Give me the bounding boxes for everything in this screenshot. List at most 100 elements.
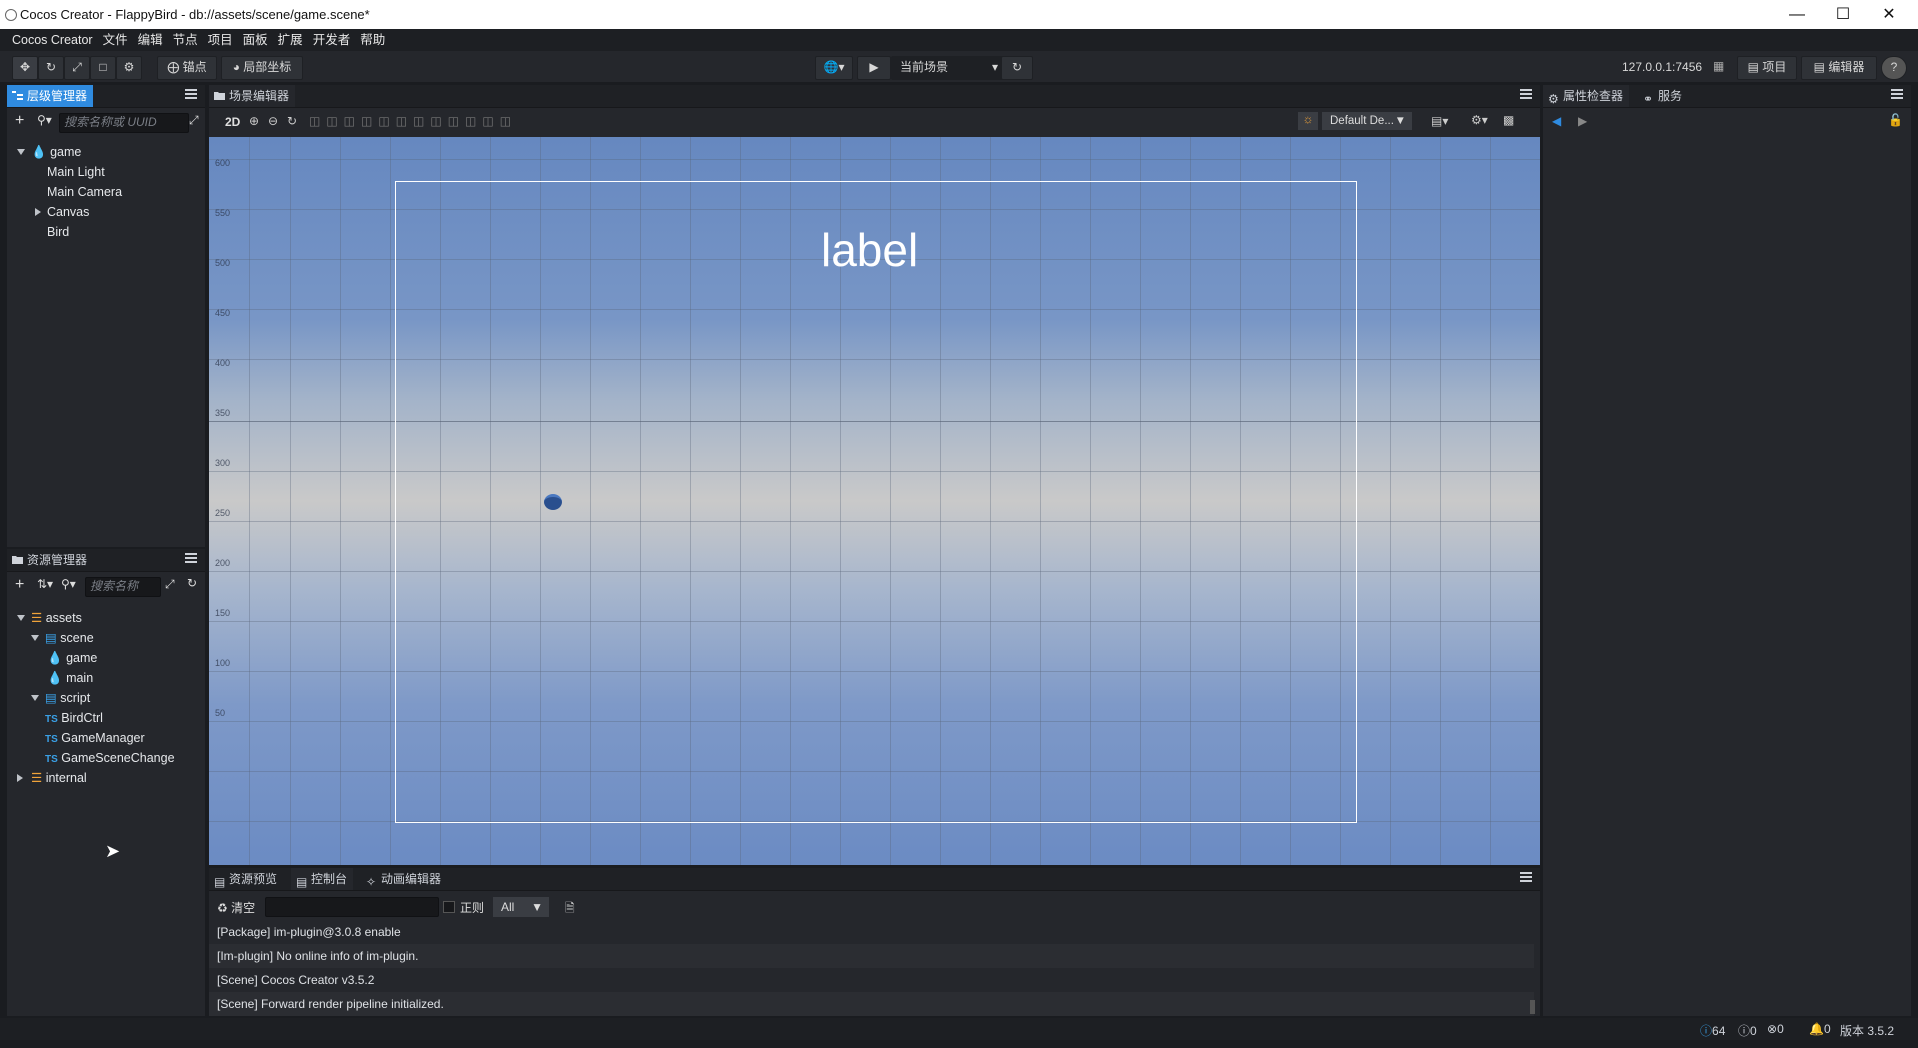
asset-script-birdctrl[interactable]: TS BirdCtrl (45, 708, 103, 728)
console-filter-input[interactable] (265, 897, 439, 917)
refresh-assets-icon[interactable]: ↻ (187, 576, 197, 590)
tab-asset-preview[interactable]: ▤ 资源预览 (209, 868, 283, 890)
caret-down-icon[interactable] (17, 149, 25, 155)
collapse-all-icon[interactable]: ⤢ (189, 113, 199, 128)
notification-count[interactable]: 🔔0 (1809, 1022, 1831, 1036)
server-address[interactable]: 127.0.0.1:7456 (1622, 60, 1702, 74)
open-editor-button[interactable]: ▤ 编辑器 (1801, 56, 1877, 80)
tab-animation-editor[interactable]: ✧ 动画编辑器 (361, 868, 447, 890)
tab-inspector[interactable]: ⚙ 属性检查器 (1543, 85, 1630, 107)
tab-scene-editor[interactable]: 场景编辑器 (209, 85, 296, 107)
move-tool-icon[interactable]: ✥ (12, 56, 38, 80)
tab-console[interactable]: ▤ 控制台 (291, 868, 354, 890)
assets-search-input[interactable]: 搜索名称 (85, 577, 161, 597)
minimize-button[interactable]: — (1774, 0, 1820, 29)
menu-developer[interactable]: 开发者 (308, 29, 356, 51)
scene-settings-icon[interactable]: ⚙▾ (1471, 113, 1488, 127)
canvas-bounds-frame (395, 181, 1357, 823)
regex-checkbox[interactable] (443, 901, 455, 913)
back-arrow-icon[interactable]: ◀ (1552, 114, 1561, 128)
menu-extension[interactable]: 扩展 (273, 29, 308, 51)
lock-icon[interactable]: 🔓 (1888, 113, 1903, 127)
tree-node-main-camera[interactable]: Main Camera (47, 182, 122, 202)
clear-console-button[interactable]: ♻ 清空 (217, 899, 255, 916)
help-icon[interactable]: ? (1881, 56, 1907, 80)
error-count[interactable]: ⊗0 (1767, 1022, 1784, 1036)
assets-menu-icon[interactable] (185, 553, 197, 565)
open-project-button[interactable]: ▤ 项目 (1737, 56, 1797, 80)
tree-node-bird[interactable]: Bird (47, 222, 69, 242)
lighting-toggle-icon[interactable]: ☼ (1298, 112, 1318, 130)
tree-node-game[interactable]: 💧 game (15, 142, 81, 162)
transform-settings-icon[interactable]: ⚙ (116, 56, 142, 80)
chevron-down-icon: ▼ (1394, 115, 1406, 127)
menu-file[interactable]: 文件 (98, 29, 133, 51)
maximize-button[interactable]: ☐ (1820, 0, 1866, 29)
caret-right-icon[interactable] (17, 774, 23, 782)
search-type-icon[interactable]: ⚲▾ (37, 113, 52, 127)
close-window-button[interactable]: ✕ (1866, 0, 1912, 29)
forward-arrow-icon[interactable]: ▶ (1578, 114, 1587, 128)
scene-menu-icon[interactable] (1520, 89, 1532, 101)
asset-script-gamemanager[interactable]: TS GameManager (45, 728, 145, 748)
console-scrollbar[interactable] (1530, 1000, 1535, 1014)
menu-cocos-creator[interactable]: Cocos Creator (0, 29, 98, 51)
tab-assets[interactable]: 资源管理器 (7, 549, 93, 571)
asset-folder-script[interactable]: ▤ script (29, 688, 90, 708)
caret-down-icon[interactable] (31, 695, 39, 701)
asset-db-assets[interactable]: ☰ assets (15, 608, 82, 628)
collapse-all-icon[interactable]: ⤢ (165, 577, 175, 592)
tab-service[interactable]: ⚭ 服务 (1638, 85, 1688, 107)
preview-platform-button[interactable]: 🌐▾ (815, 56, 853, 80)
bird-sprite[interactable] (544, 494, 562, 510)
rect-tool-icon[interactable]: □ (90, 56, 116, 80)
open-log-file-icon[interactable]: 🗎 (565, 899, 575, 920)
warning-count[interactable]: ⓘ0 (1738, 1022, 1757, 1039)
log-level-select[interactable]: All ▼ (493, 897, 549, 917)
align-tools-icon[interactable]: ◫◫◫◫◫◫◫◫◫◫◫◫ (309, 114, 517, 128)
rotate-tool-icon[interactable]: ↻ (38, 56, 64, 80)
asset-folder-scene[interactable]: ▤ scene (29, 628, 94, 648)
toggle-2d-button[interactable]: 2D (225, 115, 240, 129)
inspector-menu-icon[interactable] (1891, 89, 1903, 101)
add-asset-icon[interactable]: + (15, 576, 24, 594)
layout-select[interactable]: Default De... ▼ (1322, 112, 1412, 130)
refresh-preview-button[interactable]: ↻ (1001, 56, 1033, 80)
scene-select[interactable]: 当前场景 ▾ (891, 56, 1007, 80)
search-type-icon[interactable]: ⚲▾ (61, 577, 76, 591)
gizmo-toggle-icon[interactable]: ▩ (1503, 113, 1514, 127)
scale-tool-icon[interactable]: ⤢ (64, 56, 90, 80)
tab-hierarchy[interactable]: 层级管理器 (7, 85, 94, 107)
zoom-out-icon[interactable]: ⊖ (268, 114, 278, 128)
menu-panel[interactable]: 面板 (238, 29, 273, 51)
caret-down-icon[interactable] (31, 635, 39, 641)
canvas-label-text[interactable]: label (821, 223, 918, 277)
console-menu-icon[interactable] (1520, 872, 1532, 884)
qrcode-icon[interactable]: ▦ (1713, 59, 1724, 73)
zoom-in-icon[interactable]: ⊕ (249, 114, 259, 128)
log-level-value: All (501, 900, 515, 914)
local-coords-toggle-button[interactable]: ◕ 局部坐标 (221, 56, 303, 80)
sort-icon[interactable]: ⇅▾ (37, 577, 53, 591)
scene-viewport[interactable]: 600 550 500 450 400 350 300 250 200 150 … (209, 137, 1540, 865)
caret-down-icon[interactable] (17, 615, 25, 621)
hierarchy-search-input[interactable]: 搜索名称或 UUID (59, 113, 189, 133)
play-preview-button[interactable]: ▶ (857, 56, 891, 80)
caret-right-icon[interactable] (35, 208, 41, 216)
add-node-icon[interactable]: + (15, 112, 24, 130)
asset-scene-game[interactable]: 💧 game (47, 648, 97, 668)
info-count[interactable]: ⓘ64 (1700, 1022, 1725, 1039)
tree-node-main-light[interactable]: Main Light (47, 162, 105, 182)
hierarchy-menu-icon[interactable] (185, 89, 197, 101)
asset-scene-main[interactable]: 💧 main (47, 668, 93, 688)
menu-project[interactable]: 项目 (203, 29, 238, 51)
menu-node[interactable]: 节点 (168, 29, 203, 51)
camera-options-icon[interactable]: ▤▾ (1431, 114, 1448, 128)
menu-help[interactable]: 帮助 (355, 29, 390, 51)
asset-script-gamescenechange[interactable]: TS GameSceneChange (45, 748, 175, 768)
pivot-toggle-button[interactable]: ⨁ 锚点 (157, 56, 217, 80)
menu-edit[interactable]: 编辑 (133, 29, 168, 51)
asset-db-internal[interactable]: ☰ internal (15, 768, 87, 788)
reset-view-icon[interactable]: ↻ (287, 114, 297, 128)
tree-node-canvas[interactable]: Canvas (33, 202, 89, 222)
